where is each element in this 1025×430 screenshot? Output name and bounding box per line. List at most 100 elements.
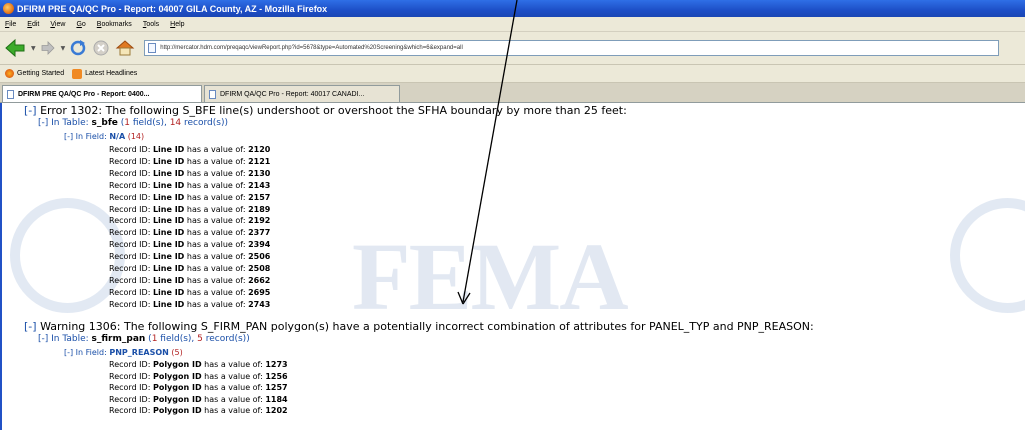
window-titlebar: DFIRM PRE QA/QC Pro - Report: 04007 GILA… <box>0 0 1025 17</box>
record-row: Record ID: Line ID has a value of: 2120 <box>109 145 270 154</box>
field-prefix: [-] In Field: <box>64 348 110 357</box>
value-text: has a value of: <box>184 204 249 214</box>
value-text: has a value of: <box>184 228 249 238</box>
field-header[interactable]: [-] In Field: PNP_REASON (5) <box>64 348 183 357</box>
table-prefix: [-] In Table: <box>38 334 92 344</box>
tab-report-40017[interactable]: DFIRM QA/QC Pro - Report: 40017 CANADI..… <box>204 85 400 102</box>
value-text: has a value of: <box>184 287 249 297</box>
record-row: Record ID: Line ID has a value of: 2130 <box>109 169 270 178</box>
record-row: Record ID: Polygon ID has a value of: 12… <box>109 360 288 369</box>
menu-view[interactable]: View <box>50 21 65 28</box>
page-icon <box>148 43 157 53</box>
field-word: field(s), <box>129 118 170 128</box>
forward-dropdown-icon[interactable]: ▼ <box>61 45 66 52</box>
value-text: has a value of: <box>201 394 266 404</box>
record-row: Record ID: Line ID has a value of: 2394 <box>109 240 270 249</box>
record-row: Record ID: Line ID has a value of: 2157 <box>109 193 270 202</box>
id-name: Line ID <box>152 299 185 309</box>
id-name: Line ID <box>152 240 185 250</box>
record-row: Record ID: Line ID has a value of: 2192 <box>109 216 270 225</box>
record-label: Record ID: <box>109 287 153 297</box>
back-arrow-icon <box>5 38 25 58</box>
page-icon <box>209 89 216 99</box>
field-name: N/A <box>109 132 126 141</box>
id-name: Line ID <box>152 252 185 262</box>
id-name: Polygon ID <box>152 360 202 369</box>
menu-tools[interactable]: Tools <box>143 21 159 28</box>
back-button[interactable] <box>4 37 26 59</box>
record-label: Record ID: <box>109 145 153 154</box>
rss-feed-icon <box>72 68 83 79</box>
record-word: record(s)) <box>181 118 228 128</box>
field-name: PNP_REASON <box>109 348 169 357</box>
reload-icon <box>71 40 86 56</box>
menu-bookmarks[interactable]: Bookmarks <box>97 21 132 28</box>
record-row: Record ID: Polygon ID has a value of: 12… <box>109 406 288 415</box>
fema-logo-watermark: FEMA <box>352 223 629 330</box>
record-label: Record ID: <box>109 228 153 238</box>
record-value: 1202 <box>265 406 288 415</box>
window-title: DFIRM PRE QA/QC Pro - Report: 04007 GILA… <box>17 3 328 14</box>
menu-go[interactable]: Go <box>76 21 85 28</box>
record-row: Record ID: Line ID has a value of: 2143 <box>109 181 270 190</box>
record-label: Record ID: <box>109 299 153 309</box>
table-row-header[interactable]: [-] In Table: s_firm_pan (1 field(s), 5 … <box>38 334 250 344</box>
bookmark-getting-started[interactable]: Getting Started <box>5 69 64 78</box>
back-dropdown-icon[interactable]: ▼ <box>31 45 36 52</box>
bookmark-label: Getting Started <box>17 70 65 77</box>
navigation-toolbar: ▼ ▼ http://mercator.hdm.com/preqaqc/view… <box>0 32 1025 65</box>
collapse-toggle[interactable]: [-] <box>24 320 37 333</box>
value-text: has a value of: <box>201 406 266 415</box>
record-value: 2662 <box>248 275 271 285</box>
record-row: Record ID: Polygon ID has a value of: 12… <box>109 383 288 392</box>
forward-button[interactable] <box>40 41 56 55</box>
table-row-header[interactable]: [-] In Table: s_bfe (1 field(s), 14 reco… <box>38 118 228 128</box>
id-name: Line ID <box>152 145 185 154</box>
field-word: field(s), <box>157 334 198 344</box>
stop-button[interactable] <box>92 39 110 57</box>
record-label: Record ID: <box>109 192 153 202</box>
record-value: 1184 <box>265 394 288 404</box>
field-header[interactable]: [-] In Field: N/A (14) <box>64 132 144 141</box>
value-text: has a value of: <box>184 216 249 226</box>
menu-help[interactable]: Help <box>170 21 184 28</box>
tab-report-04007[interactable]: DFIRM PRE QA/QC Pro - Report: 0400... <box>2 85 202 102</box>
collapse-toggle[interactable]: [-] <box>24 104 37 117</box>
tab-bar: DFIRM PRE QA/QC Pro - Report: 0400... DF… <box>0 83 1025 103</box>
record-label: Record ID: <box>109 406 153 415</box>
record-value: 2508 <box>248 264 271 273</box>
id-name: Line ID <box>152 168 185 178</box>
bookmark-latest-headlines[interactable]: Latest Headlines <box>72 68 138 79</box>
id-name: Line ID <box>152 287 185 297</box>
record-row: Record ID: Line ID has a value of: 2662 <box>109 276 270 285</box>
record-value: 2130 <box>248 168 271 178</box>
address-bar[interactable]: http://mercator.hdm.com/preqaqc/viewRepo… <box>144 40 1000 56</box>
value-text: has a value of: <box>184 168 249 178</box>
reload-button[interactable] <box>69 39 87 57</box>
record-row: Record ID: Line ID has a value of: 2189 <box>109 205 270 214</box>
record-value: 2157 <box>248 192 271 202</box>
home-button[interactable] <box>115 39 135 57</box>
record-value: 1273 <box>265 360 288 369</box>
record-row: Record ID: Line ID has a value of: 2695 <box>109 288 270 297</box>
id-name: Line ID <box>152 275 185 285</box>
record-row: Record ID: Line ID has a value of: 2508 <box>109 264 270 273</box>
field-count-label: (14) <box>127 132 145 141</box>
record-value: 2695 <box>248 287 271 297</box>
menu-file[interactable]: File <box>5 21 16 28</box>
id-name: Polygon ID <box>152 406 202 415</box>
menu-edit[interactable]: Edit <box>27 21 39 28</box>
record-label: Record ID: <box>109 371 153 381</box>
record-value: 2120 <box>248 145 271 154</box>
record-value: 2192 <box>248 216 271 226</box>
id-name: Polygon ID <box>152 371 202 381</box>
table-name: s_firm_pan <box>91 334 146 344</box>
id-name: Polygon ID <box>152 383 202 392</box>
record-row: Record ID: Line ID has a value of: 2121 <box>109 157 270 166</box>
record-label: Record ID: <box>109 275 153 285</box>
bookmark-label: Latest Headlines <box>85 70 138 77</box>
id-name: Line ID <box>152 228 185 238</box>
record-value: 2506 <box>248 252 271 262</box>
record-label: Record ID: <box>109 180 153 190</box>
record-row: Record ID: Line ID has a value of: 2743 <box>109 300 270 309</box>
